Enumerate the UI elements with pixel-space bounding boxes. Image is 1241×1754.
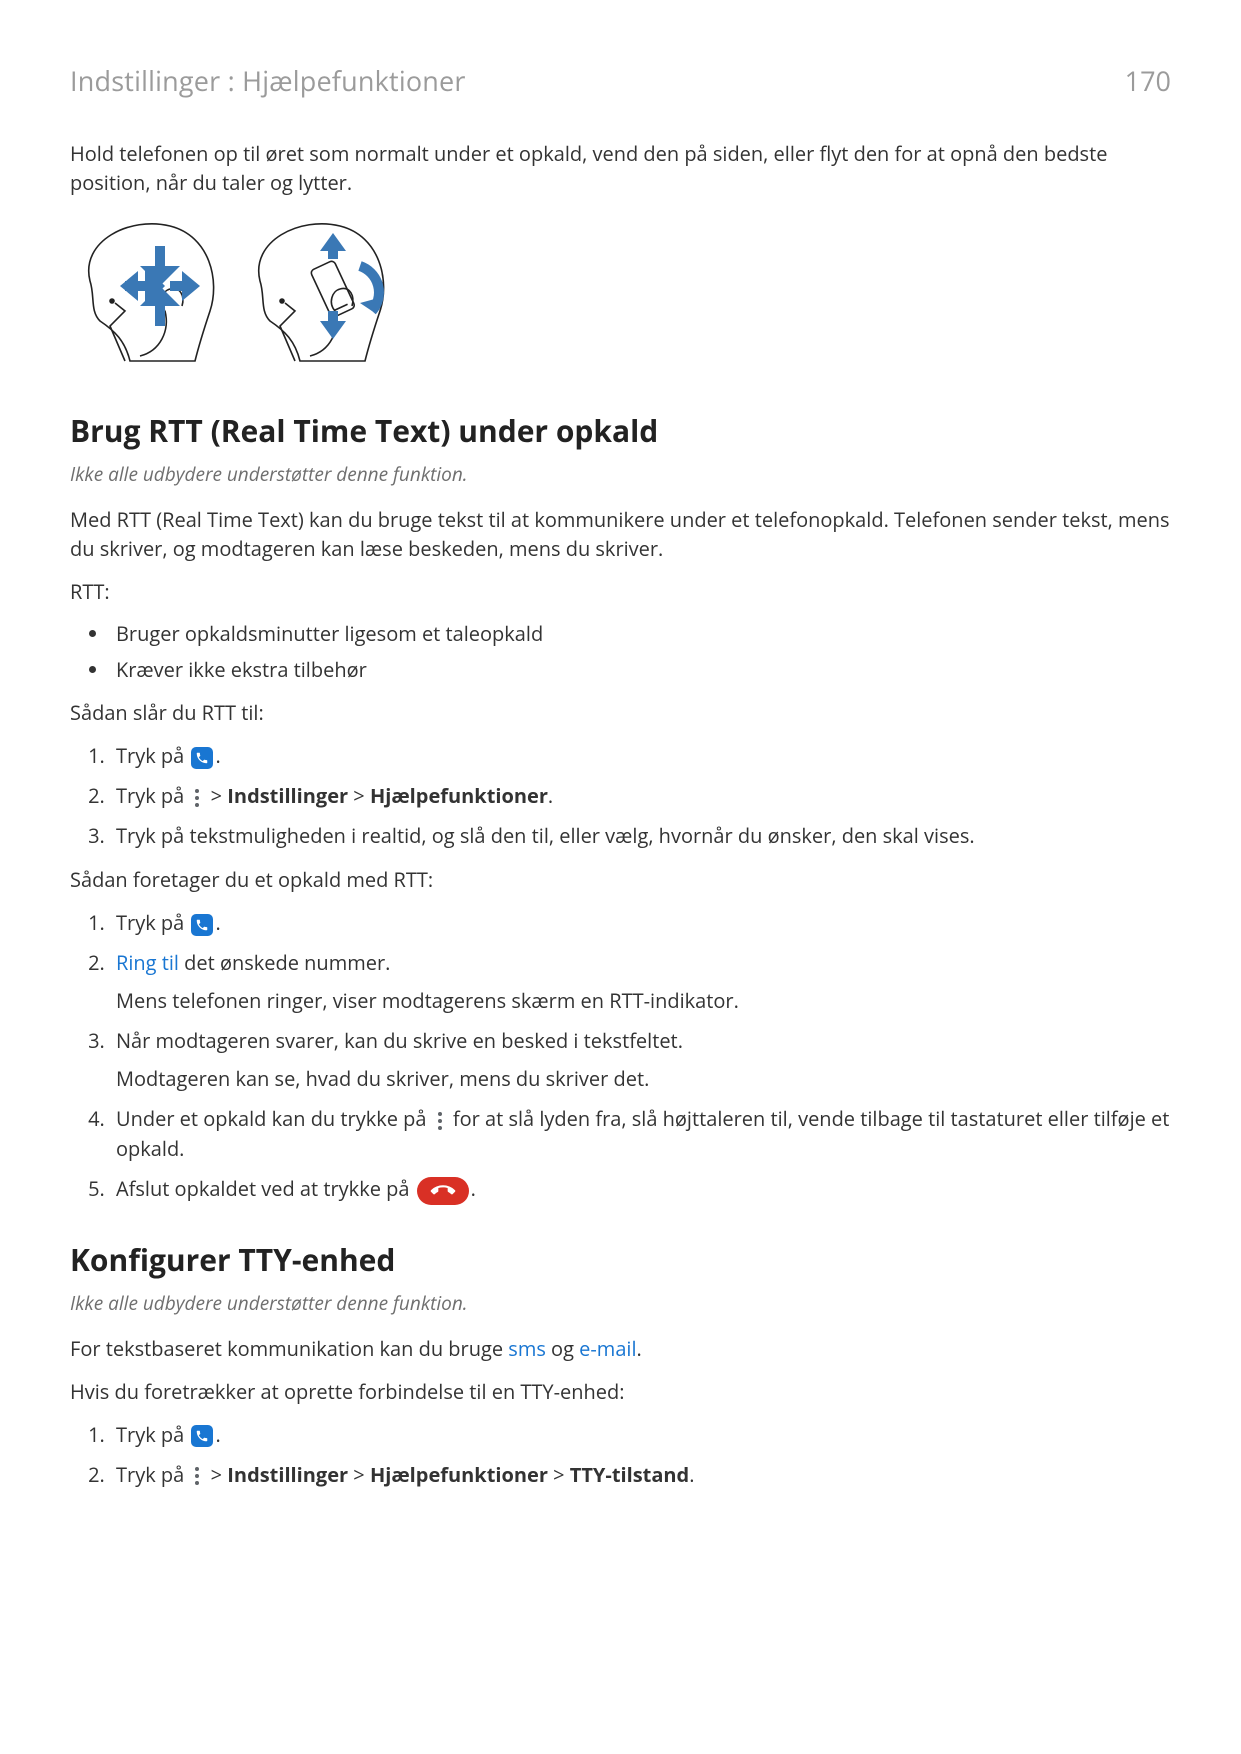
sms-link[interactable]: sms: [508, 1335, 546, 1362]
section-title-rtt: Brug RTT (Real Time Text) under opkald: [70, 410, 1171, 451]
intro-paragraph: Hold telefonen op til øret som normalt u…: [70, 139, 1171, 197]
section-title-tty: Konfigurer TTY-enhed: [70, 1239, 1171, 1280]
more-icon: [434, 1111, 446, 1131]
step-text-end: .: [215, 1421, 220, 1448]
rtt-enable-label: Sådan slår du RTT til:: [70, 698, 1171, 727]
list-item: Ring til det ønskede nummer. Mens telefo…: [110, 948, 1171, 1016]
step-text: Når modtageren svarer, kan du skrive en …: [116, 1027, 683, 1054]
call-link[interactable]: Ring til: [116, 949, 179, 976]
more-icon: [191, 788, 203, 808]
step-text: det ønskede nummer.: [179, 949, 390, 976]
step-text: Under et opkald kan du trykke på: [116, 1105, 432, 1132]
step-text-end: .: [689, 1461, 694, 1488]
rtt-enable-steps: Tryk på . Tryk på > Indstillinger > Hjæl…: [70, 741, 1171, 851]
breadcrumb: Indstillinger : Hjælpefunktioner: [70, 62, 466, 99]
step-text-end: .: [471, 1175, 476, 1202]
list-item: Tryk på > Indstillinger > Hjælpefunktion…: [110, 781, 1171, 811]
menu-path-item: TTY-tilstand: [570, 1461, 689, 1488]
menu-path-item: Hjælpefunktioner: [370, 782, 548, 809]
step-text: Tryk på: [116, 909, 189, 936]
hangup-icon: [417, 1177, 469, 1205]
step-text-end: .: [548, 782, 553, 809]
menu-path-item: Hjælpefunktioner: [370, 1461, 548, 1488]
rtt-desc: Med RTT (Real Time Text) kan du bruge te…: [70, 505, 1171, 563]
hearing-aid-illustration: [70, 211, 1171, 376]
step-text: Tryk på: [116, 742, 189, 769]
menu-path-item: Indstillinger: [227, 1461, 348, 1488]
page-number: 170: [1125, 62, 1171, 99]
phone-icon: [191, 747, 213, 769]
email-link[interactable]: e-mail: [579, 1335, 636, 1362]
list-item: Under et opkald kan du trykke på for at …: [110, 1104, 1171, 1164]
text: og: [546, 1335, 579, 1362]
tty-p1: For tekstbaseret kommunikation kan du br…: [70, 1334, 1171, 1363]
list-item: Kræver ikke ekstra tilbehør: [110, 656, 1171, 684]
list-item: Tryk på .: [110, 741, 1171, 771]
rtt-call-steps: Tryk på . Ring til det ønskede nummer. M…: [70, 908, 1171, 1205]
step-text: Afslut opkaldet ved at trykke på: [116, 1175, 415, 1202]
list-item: Bruger opkaldsminutter ligesom et taleop…: [110, 620, 1171, 648]
step-subtext: Modtageren kan se, hvad du skriver, mens…: [116, 1064, 1171, 1094]
rtt-support-note: Ikke alle udbydere understøtter denne fu…: [70, 461, 1171, 487]
sep: >: [348, 782, 370, 809]
tty-support-note: Ikke alle udbydere understøtter denne fu…: [70, 1290, 1171, 1316]
step-text-end: .: [215, 909, 220, 936]
text: .: [637, 1335, 642, 1362]
sep: >: [548, 1461, 570, 1488]
text: For tekstbaseret kommunikation kan du br…: [70, 1335, 508, 1362]
list-item: Når modtageren svarer, kan du skrive en …: [110, 1026, 1171, 1094]
menu-path-item: Indstillinger: [227, 782, 348, 809]
tty-p2: Hvis du foretrækker at oprette forbindel…: [70, 1377, 1171, 1406]
rtt-call-label: Sådan foretager du et opkald med RTT:: [70, 865, 1171, 894]
rtt-bullet-list: Bruger opkaldsminutter ligesom et taleop…: [70, 620, 1171, 684]
list-item: Tryk på .: [110, 1420, 1171, 1450]
page-header: Indstillinger : Hjælpefunktioner 170: [70, 62, 1171, 99]
step-text-end: .: [215, 742, 220, 769]
list-item: Afslut opkaldet ved at trykke på .: [110, 1174, 1171, 1205]
sep: >: [205, 782, 227, 809]
step-text: Tryk på: [116, 1461, 189, 1488]
step-subtext: Mens telefonen ringer, viser modtagerens…: [116, 986, 1171, 1016]
list-item: Tryk på tekstmuligheden i realtid, og sl…: [110, 821, 1171, 851]
sep: >: [205, 1461, 227, 1488]
step-text: Tryk på: [116, 1421, 189, 1448]
phone-icon: [191, 914, 213, 936]
rtt-list-label: RTT:: [70, 577, 1171, 606]
sep: >: [348, 1461, 370, 1488]
phone-icon: [191, 1425, 213, 1447]
tty-steps: Tryk på . Tryk på > Indstillinger > Hjæl…: [70, 1420, 1171, 1490]
list-item: Tryk på .: [110, 908, 1171, 938]
list-item: Tryk på > Indstillinger > Hjælpefunktion…: [110, 1460, 1171, 1490]
step-text: Tryk på: [116, 782, 189, 809]
more-icon: [191, 1466, 203, 1486]
